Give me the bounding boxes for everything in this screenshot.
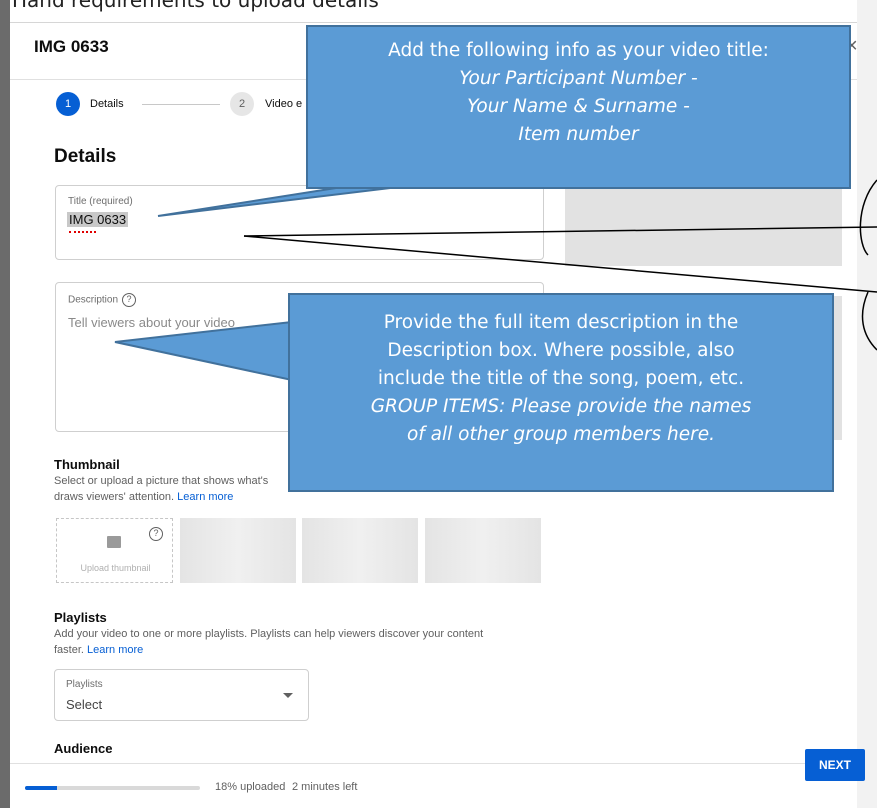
description-callout-line5: of all other group members here. <box>406 424 716 445</box>
side-annotation-arc-2 <box>861 291 877 351</box>
title-pointer-line-1 <box>243 226 877 237</box>
description-callout-line3: include the title of the song, poem, etc… <box>377 368 745 389</box>
title-callout-line4: Item number <box>518 124 639 145</box>
side-annotation-arc <box>859 179 877 256</box>
description-callout-line2: Description box. Where possible, also <box>387 340 735 361</box>
description-callout-line4: GROUP ITEMS: Please provide the names <box>370 396 752 417</box>
title-callout-line3: Your Name & Surname - <box>467 96 690 117</box>
description-callout-tail <box>114 320 293 382</box>
description-callout-line1: Provide the full item description in the <box>383 312 739 333</box>
description-instruction-callout: Provide the full item description in the… <box>288 293 834 492</box>
title-instruction-callout: Add the following info as your video tit… <box>306 25 851 189</box>
title-callout-tail <box>157 184 416 217</box>
title-pointer-line-2 <box>243 235 877 293</box>
title-callout-line1: Add the following info as your video tit… <box>388 40 769 61</box>
title-callout-line2: Your Participant Number - <box>459 68 698 89</box>
